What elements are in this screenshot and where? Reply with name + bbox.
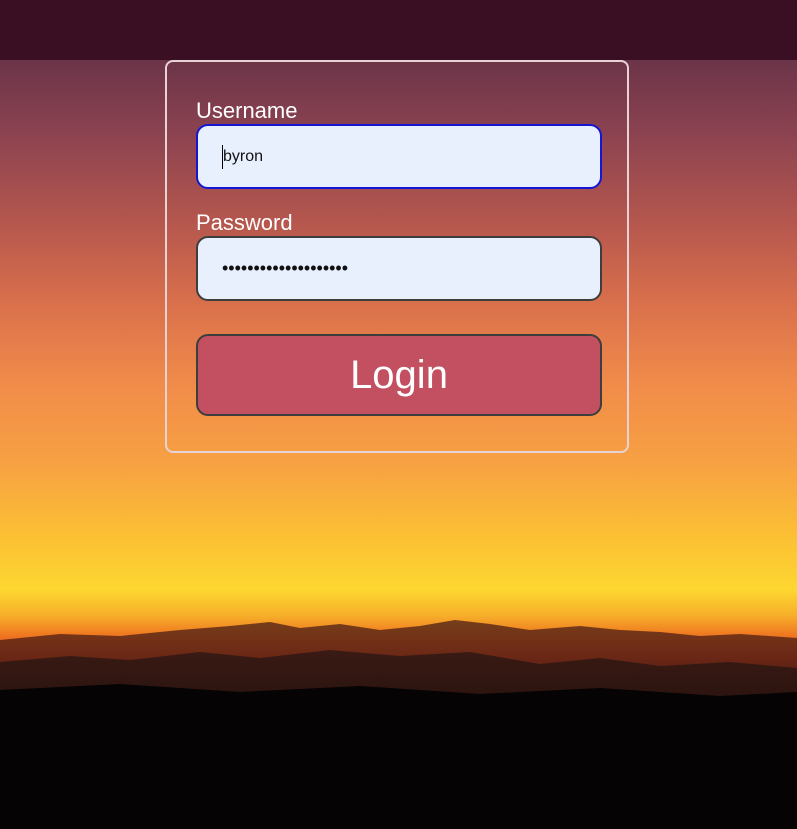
password-value: •••••••••••••••••••• xyxy=(222,258,349,278)
username-value: byron xyxy=(223,147,264,165)
password-input[interactable]: •••••••••••••••••••• xyxy=(196,236,602,301)
username-input[interactable]: byron xyxy=(196,124,602,189)
password-label: Password xyxy=(196,210,293,235)
text-caret xyxy=(222,144,223,169)
mountain-silhouette xyxy=(0,620,797,829)
top-bar xyxy=(0,0,797,60)
login-button[interactable]: Login xyxy=(196,334,602,416)
username-label: Username xyxy=(196,98,298,123)
